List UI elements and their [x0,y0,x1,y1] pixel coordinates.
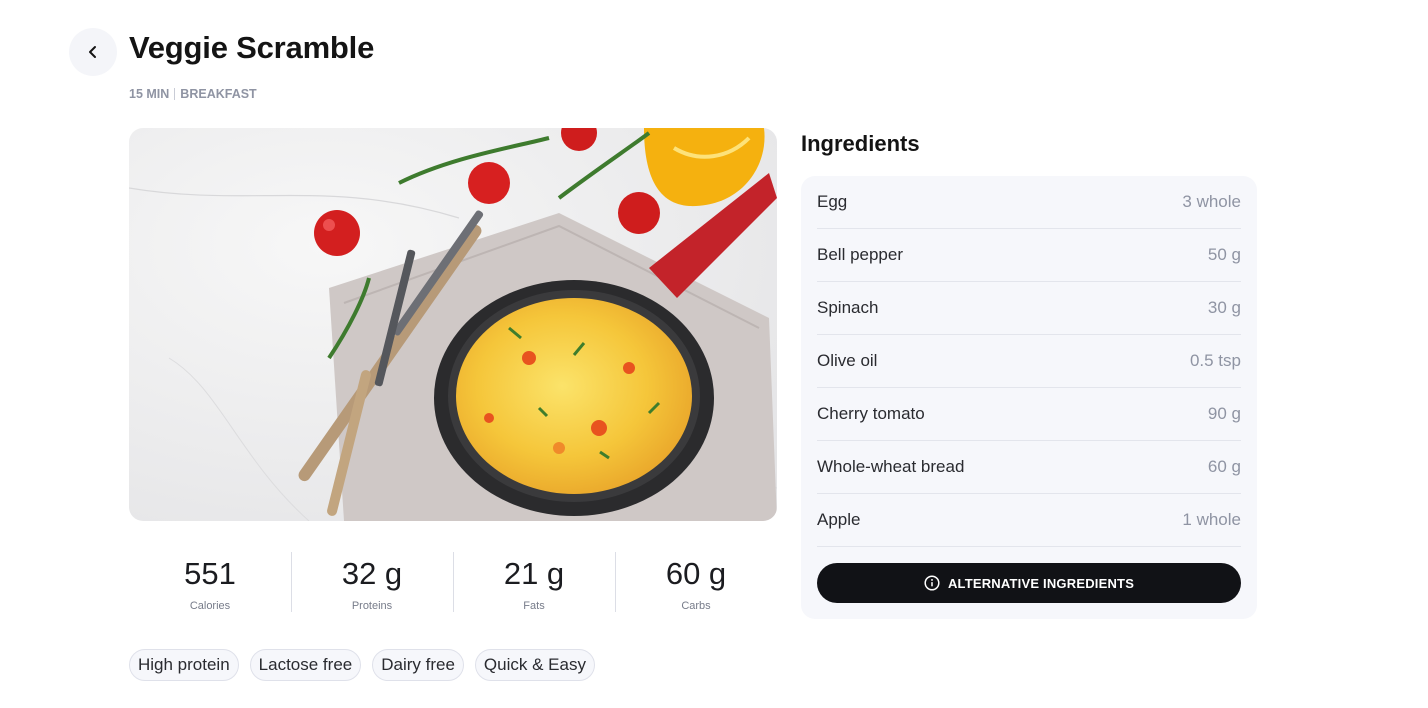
ingredient-name: Olive oil [817,351,878,370]
ingredient-quantity: 50 g [1207,245,1241,264]
ingredient-row: Egg 3 whole [817,176,1241,229]
ingredient-name: Spinach [817,298,879,317]
macro-value: 32 g [341,556,403,591]
macro-value: 551 [184,556,236,591]
ingredient-name: Egg [817,192,848,211]
ingredient-row: Bell pepper 50 g [817,229,1241,282]
ingredient-name: Bell pepper [817,245,904,264]
alternative-ingredients-button[interactable]: ALTERNATIVE INGREDIENTS [817,563,1241,603]
macro-label: Proteins [351,600,393,612]
ingredient-quantity: 60 g [1207,457,1241,476]
ingredient-name: Cherry tomato [817,404,925,423]
ingredient-quantity: 0.5 tsp [1189,351,1241,370]
macro-fats: 21 g Fats [453,552,615,612]
macro-carbs: 60 g Carbs [615,552,777,612]
recipe-category: BREAKFAST [180,87,257,101]
ingredient-quantity: 1 whole [1182,510,1241,529]
macro-value: 60 g [665,556,727,591]
ingredient-row: Whole-wheat bread 60 g [817,441,1241,494]
recipe-image [129,128,777,521]
tag-chip[interactable]: Lactose free [249,649,362,681]
macro-label: Fats [523,600,545,612]
ingredient-row: Olive oil 0.5 tsp [817,335,1241,388]
ingredient-row: Cherry tomato 90 g [817,388,1241,441]
info-circle-icon [924,575,940,591]
ingredient-quantity: 30 g [1207,298,1241,317]
macro-label: Calories [189,600,231,612]
macro-label: Carbs [681,600,711,612]
tag-list: High protein Lactose free Dairy free Qui… [129,649,595,681]
back-button[interactable] [69,28,117,76]
ingredient-name: Apple [817,510,861,529]
meta-divider [174,88,176,100]
ingredients-heading: Ingredients [801,131,920,156]
nutrition-summary: 551 Calories 32 g Proteins 21 g Fats 60 … [129,552,777,612]
alternative-ingredients-label: ALTERNATIVE INGREDIENTS [947,575,1135,591]
macro-value: 21 g [503,556,565,591]
tag-chip[interactable]: High protein [129,649,239,681]
page-title: Veggie Scramble [129,30,375,65]
recipe-duration: 15 MIN [129,87,170,101]
tag-chip[interactable]: Dairy free [372,649,464,681]
ingredient-row: Spinach 30 g [817,282,1241,335]
tag-chip[interactable]: Quick & Easy [474,649,595,681]
chevron-left-icon [89,46,96,58]
macro-proteins: 32 g Proteins [291,552,453,612]
ingredient-row: Apple 1 whole [817,494,1241,547]
ingredient-name: Whole-wheat bread [817,457,965,476]
ingredients-card: Egg 3 whole Bell pepper 50 g Spinach 30 … [801,176,1257,619]
ingredient-quantity: 3 whole [1182,192,1241,211]
macro-calories: 551 Calories [129,552,291,612]
recipe-meta: 15 MIN BREAKFAST [129,86,257,102]
ingredient-quantity: 90 g [1207,404,1241,423]
